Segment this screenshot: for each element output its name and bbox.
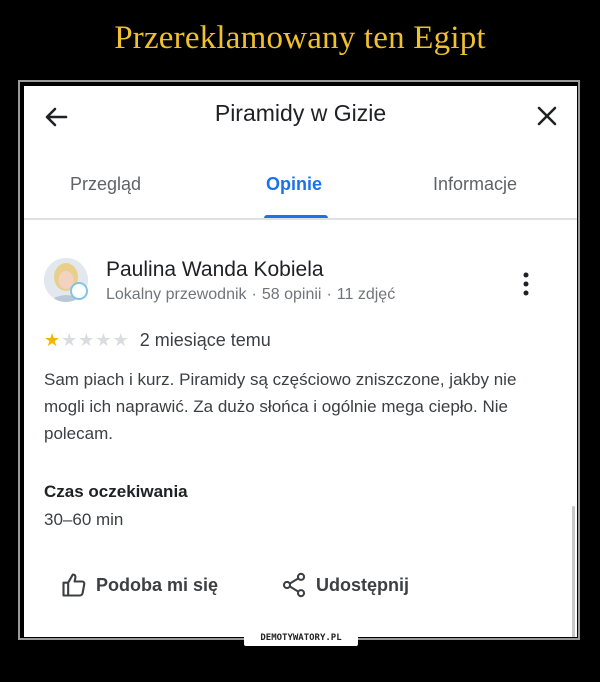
review-author-meta: Lokalny przewodnik · 58 opinii · 11 zdję… xyxy=(106,286,395,304)
close-button[interactable] xyxy=(531,100,563,132)
like-button[interactable]: Podoba mi się xyxy=(60,570,218,600)
share-button-label: Udostępnij xyxy=(316,574,409,595)
share-icon xyxy=(282,572,306,598)
author-meta-separator: · xyxy=(326,286,332,303)
share-button[interactable]: Udostępnij xyxy=(280,570,409,600)
tab-overview[interactable]: Przegląd xyxy=(70,174,141,195)
scrollbar[interactable] xyxy=(572,506,575,637)
close-icon xyxy=(537,106,557,126)
tab-information[interactable]: Informacje xyxy=(433,174,517,195)
tab-bar: Przegląd Opinie Informacje xyxy=(24,174,577,220)
star-empty-icon: ★ xyxy=(112,329,129,350)
review-author-name[interactable]: Paulina Wanda Kobiela xyxy=(106,258,324,282)
author-meta-reviews: 58 opinii xyxy=(261,286,322,303)
star-filled-icon: ★ xyxy=(44,329,61,350)
wait-time-label: Czas oczekiwania xyxy=(44,482,188,501)
phone-screen: Piramidy w Gizie Przegląd Opinie Informa… xyxy=(24,86,577,637)
like-button-label: Podoba mi się xyxy=(96,574,219,595)
more-vertical-icon xyxy=(523,272,529,296)
review-text: Sam piach i kurz. Piramidy są częściowo … xyxy=(44,370,517,443)
thumbs-up-icon xyxy=(62,573,86,597)
star-empty-icon: ★ xyxy=(78,329,95,350)
author-meta-photos: 11 zdjęć xyxy=(336,286,396,303)
local-guide-badge-icon xyxy=(70,282,88,300)
tab-reviews[interactable]: Opinie xyxy=(266,174,322,195)
star-rating: ★★★★★ 2 miesiące temu xyxy=(44,330,271,351)
author-meta-separator: · xyxy=(251,286,257,303)
author-meta-role: Lokalny przewodnik xyxy=(106,286,247,303)
tabs-divider xyxy=(24,218,577,220)
top-app-bar: Piramidy w Gizie xyxy=(24,86,577,146)
watermark: DEMOTYWATORY.PL xyxy=(244,630,358,646)
meme-title: Przereklamowany ten Egipt xyxy=(114,20,486,56)
star-empty-icon: ★ xyxy=(95,329,112,350)
more-options-button[interactable] xyxy=(514,270,538,298)
star-empty-icon: ★ xyxy=(61,329,78,350)
wait-time-value: 30–60 min xyxy=(44,510,124,529)
stars: ★★★★★ xyxy=(44,331,130,351)
review-date: 2 miesiące temu xyxy=(139,330,271,350)
place-title: Piramidy w Gizie xyxy=(214,100,387,126)
